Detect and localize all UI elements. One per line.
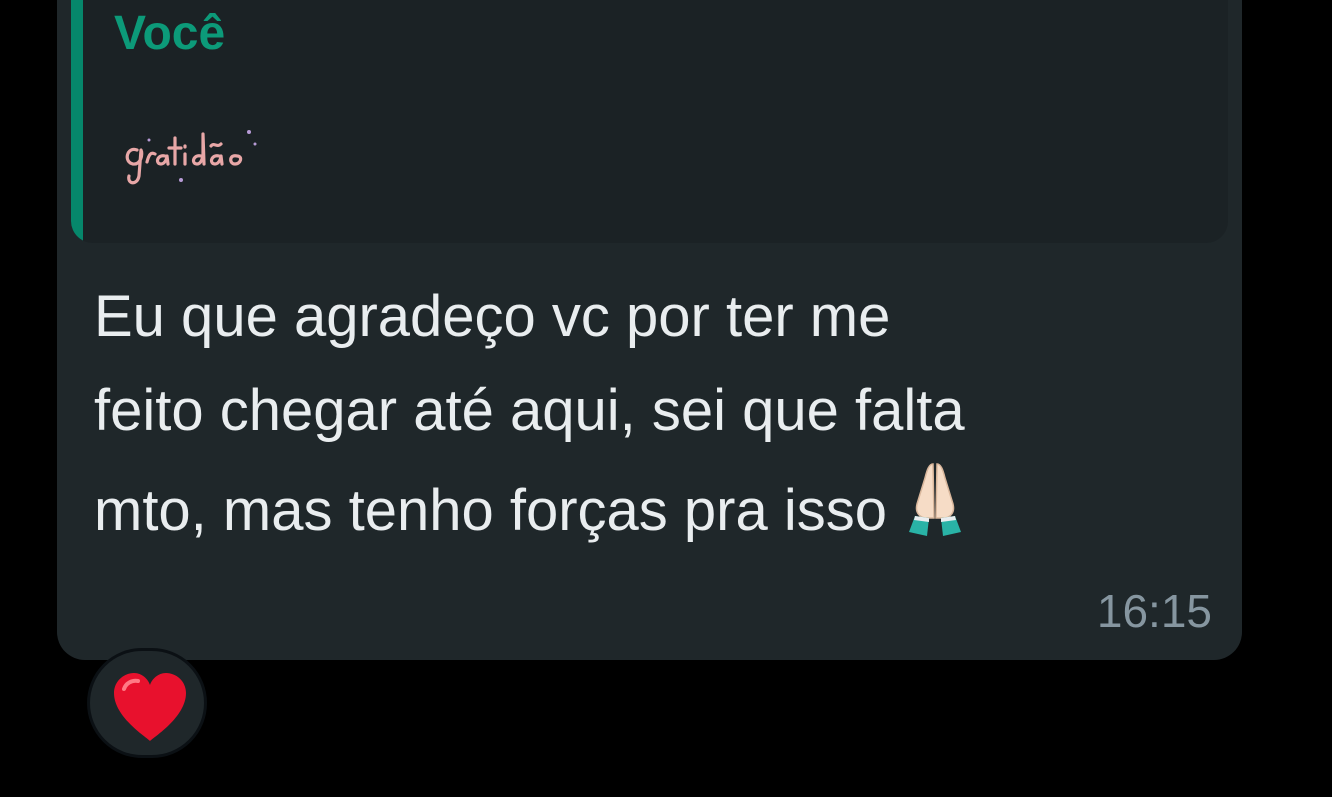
quoted-message[interactable]: Você	[71, 0, 1228, 243]
chat-view: Você Eu que agradeço vc por ter me feito…	[0, 0, 1332, 797]
red-heart-icon	[114, 673, 186, 741]
reaction-badge[interactable]	[87, 648, 207, 758]
message-line-3: mto, mas tenho forças pra isso	[94, 478, 887, 543]
message-bubble[interactable]: Você Eu que agradeço vc por ter me feito…	[57, 0, 1242, 660]
message-line-2: feito chegar até aqui, sei que falta	[94, 378, 965, 443]
message-line-1: Eu que agradeço vc por ter me	[94, 284, 891, 349]
quote-accent-bar	[71, 0, 83, 243]
folded-hands-icon	[909, 463, 961, 536]
message-text: Eu que agradeço vc por ter me feito cheg…	[94, 270, 1214, 558]
quoted-author: Você	[114, 7, 226, 60]
message-timestamp: 16:15	[1096, 585, 1212, 637]
gratidao-sticker-icon	[125, 130, 257, 185]
